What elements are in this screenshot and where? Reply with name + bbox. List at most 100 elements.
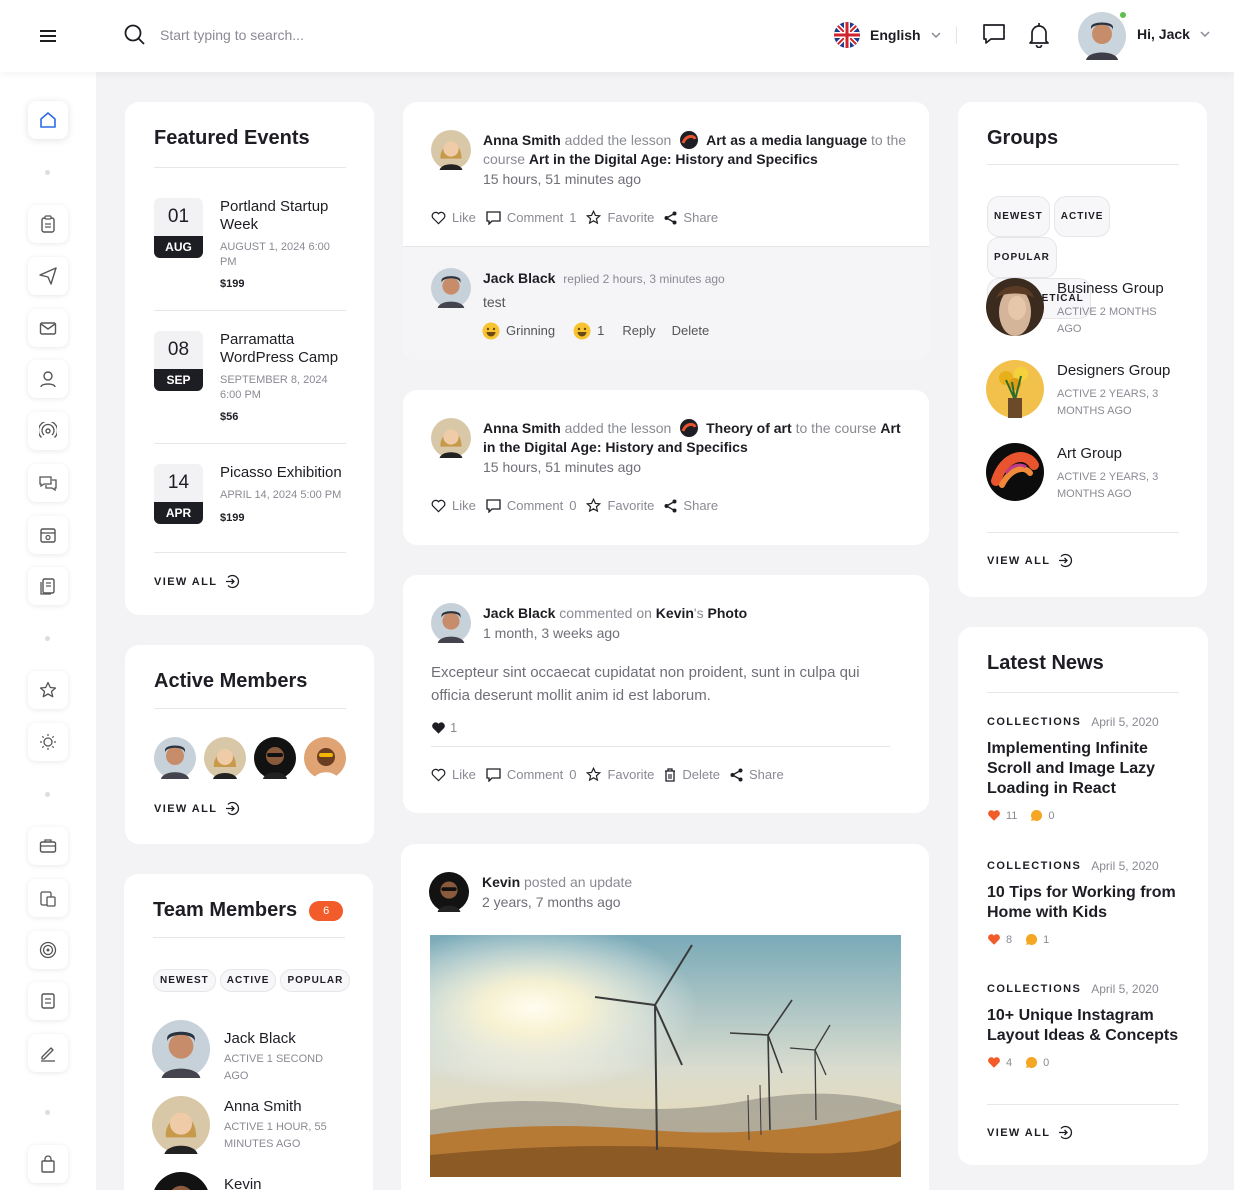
- event-title[interactable]: Picasso Exhibition: [220, 464, 348, 482]
- delete-button[interactable]: Delete: [672, 321, 710, 340]
- share-button[interactable]: Share: [730, 765, 784, 784]
- sidebar-documents[interactable]: [28, 567, 68, 605]
- member-avatar[interactable]: [254, 737, 296, 779]
- sidebar-send[interactable]: [28, 257, 68, 295]
- sidebar-calendar[interactable]: [28, 516, 68, 554]
- group-avatar[interactable]: [986, 443, 1044, 501]
- comment-button[interactable]: Comment 0: [486, 496, 576, 515]
- sidebar-home[interactable]: [28, 101, 68, 139]
- group-name[interactable]: Designers Group: [1057, 362, 1170, 379]
- course-link[interactable]: Art: [880, 420, 900, 436]
- news-view-all-button[interactable]: VIEW ALL: [987, 1125, 1073, 1140]
- sidebar-broadcast[interactable]: [28, 412, 68, 450]
- search-input[interactable]: [160, 24, 460, 46]
- member-avatar[interactable]: [204, 737, 246, 779]
- event-title[interactable]: Portland Startup Week: [220, 198, 348, 234]
- menu-icon[interactable]: [38, 28, 58, 44]
- course-link[interactable]: Art in the Digital Age: History and Spec…: [529, 151, 818, 167]
- event-item[interactable]: 01 AUG Portland Startup Week AUGUST 1, 20…: [154, 198, 346, 308]
- share-button[interactable]: Share: [664, 496, 718, 515]
- member-avatar[interactable]: [154, 737, 196, 779]
- event-title[interactable]: Parramatta WordPress Camp: [220, 331, 348, 367]
- sidebar-tasks[interactable]: [28, 205, 68, 243]
- group-item[interactable]: Business Group ACTIVE 2 MONTHS AGO: [986, 278, 1164, 336]
- news-title[interactable]: Implementing Infinite Scroll and Image L…: [987, 739, 1187, 799]
- tab-active[interactable]: ACTIVE: [219, 969, 277, 992]
- post-image[interactable]: [430, 935, 901, 1177]
- delete-button[interactable]: Delete: [664, 765, 720, 784]
- team-member-item[interactable]: Kevin: [152, 1172, 262, 1190]
- likes-summary[interactable]: 1: [431, 718, 457, 737]
- favorite-button[interactable]: Favorite: [586, 208, 654, 227]
- groups-view-all-button[interactable]: VIEW ALL: [987, 553, 1073, 568]
- member-name[interactable]: Kevin: [224, 1176, 262, 1190]
- chat-icon[interactable]: [982, 22, 1006, 46]
- author-avatar[interactable]: [431, 603, 471, 643]
- member-avatar[interactable]: [304, 737, 346, 779]
- author-avatar[interactable]: [429, 872, 469, 912]
- news-category[interactable]: COLLECTIONS: [987, 983, 1081, 995]
- group-name[interactable]: Business Group: [1057, 280, 1164, 297]
- group-item[interactable]: Designers Group ACTIVE 2 YEARS, 3 MONTHS…: [986, 360, 1170, 418]
- team-member-item[interactable]: Anna Smith ACTIVE 1 HOUR, 55 MINUTES AGO: [152, 1096, 327, 1154]
- members-view-all-button[interactable]: VIEW ALL: [154, 801, 240, 816]
- share-button[interactable]: Share: [664, 208, 718, 227]
- lesson-link[interactable]: Art as a media language: [706, 132, 867, 148]
- sidebar-list[interactable]: [28, 982, 68, 1020]
- favorite-button[interactable]: Favorite: [586, 765, 654, 784]
- author-avatar[interactable]: [431, 130, 471, 170]
- group-item[interactable]: Art Group ACTIVE 2 YEARS, 3 MONTHS AGO: [986, 443, 1158, 501]
- favorite-button[interactable]: Favorite: [586, 496, 654, 515]
- group-name[interactable]: Art Group: [1057, 445, 1122, 462]
- member-avatar[interactable]: [152, 1172, 210, 1190]
- member-avatar[interactable]: [152, 1096, 210, 1154]
- author-avatar[interactable]: [431, 418, 471, 458]
- commenter-name[interactable]: Jack Black: [483, 270, 555, 286]
- sidebar-goals[interactable]: [28, 931, 68, 969]
- tab-active[interactable]: ACTIVE: [1053, 196, 1111, 237]
- author-name[interactable]: Kevin: [482, 874, 520, 890]
- author-name[interactable]: Jack Black: [483, 605, 555, 621]
- news-item[interactable]: COLLECTIONS April 5, 2020 Implementing In…: [987, 715, 1187, 822]
- sidebar-clipboard[interactable]: [28, 879, 68, 917]
- target-photo-link[interactable]: Photo: [708, 605, 748, 621]
- tab-newest[interactable]: NEWEST: [987, 196, 1050, 237]
- member-name[interactable]: Jack Black: [224, 1030, 296, 1047]
- bell-icon[interactable]: [1029, 22, 1049, 48]
- sidebar-edit[interactable]: [28, 1034, 68, 1072]
- author-name[interactable]: Anna Smith: [483, 420, 561, 436]
- search-icon[interactable]: [124, 24, 146, 46]
- news-category[interactable]: COLLECTIONS: [987, 716, 1081, 728]
- event-item[interactable]: 08 SEP Parramatta WordPress Camp SEPTEMBE…: [154, 331, 346, 441]
- reply-button[interactable]: Reply: [622, 321, 655, 340]
- like-button[interactable]: Like: [431, 765, 476, 784]
- sidebar-ideas[interactable]: [28, 723, 68, 761]
- reaction-button[interactable]: Grinning: [482, 321, 555, 340]
- target-user-link[interactable]: Kevin: [656, 605, 694, 621]
- news-title[interactable]: 10 Tips for Working from Home with Kids: [987, 883, 1187, 923]
- member-avatar[interactable]: [152, 1020, 210, 1078]
- sidebar-favorites[interactable]: [28, 671, 68, 709]
- like-button[interactable]: Like: [431, 208, 476, 227]
- sidebar-messages[interactable]: [28, 464, 68, 502]
- news-item[interactable]: COLLECTIONS April 5, 2020 10 Tips for Wor…: [987, 859, 1187, 946]
- comment-button[interactable]: Comment 1: [486, 208, 576, 227]
- news-title[interactable]: 10+ Unique Instagram Layout Ideas & Conc…: [987, 1006, 1187, 1046]
- tab-popular[interactable]: POPULAR: [280, 969, 351, 992]
- user-menu[interactable]: Hi, Jack: [1137, 26, 1210, 42]
- tab-popular[interactable]: POPULAR: [987, 237, 1057, 278]
- team-member-item[interactable]: Jack Black ACTIVE 1 SECOND AGO: [152, 1020, 323, 1082]
- group-avatar[interactable]: [986, 360, 1044, 418]
- reaction-count-button[interactable]: 1: [573, 321, 604, 340]
- lesson-link[interactable]: Theory of art: [706, 420, 792, 436]
- events-view-all-button[interactable]: VIEW ALL: [154, 574, 240, 589]
- tab-newest[interactable]: NEWEST: [153, 969, 216, 992]
- news-category[interactable]: COLLECTIONS: [987, 860, 1081, 872]
- sidebar-profile[interactable]: [28, 360, 68, 398]
- course-link[interactable]: in the Digital Age: History and Specific…: [483, 439, 748, 455]
- language-selector[interactable]: English: [834, 22, 941, 48]
- author-name[interactable]: Anna Smith: [483, 132, 561, 148]
- commenter-avatar[interactable]: [431, 268, 471, 308]
- sidebar-shop[interactable]: [28, 1145, 68, 1183]
- user-avatar[interactable]: [1078, 12, 1126, 60]
